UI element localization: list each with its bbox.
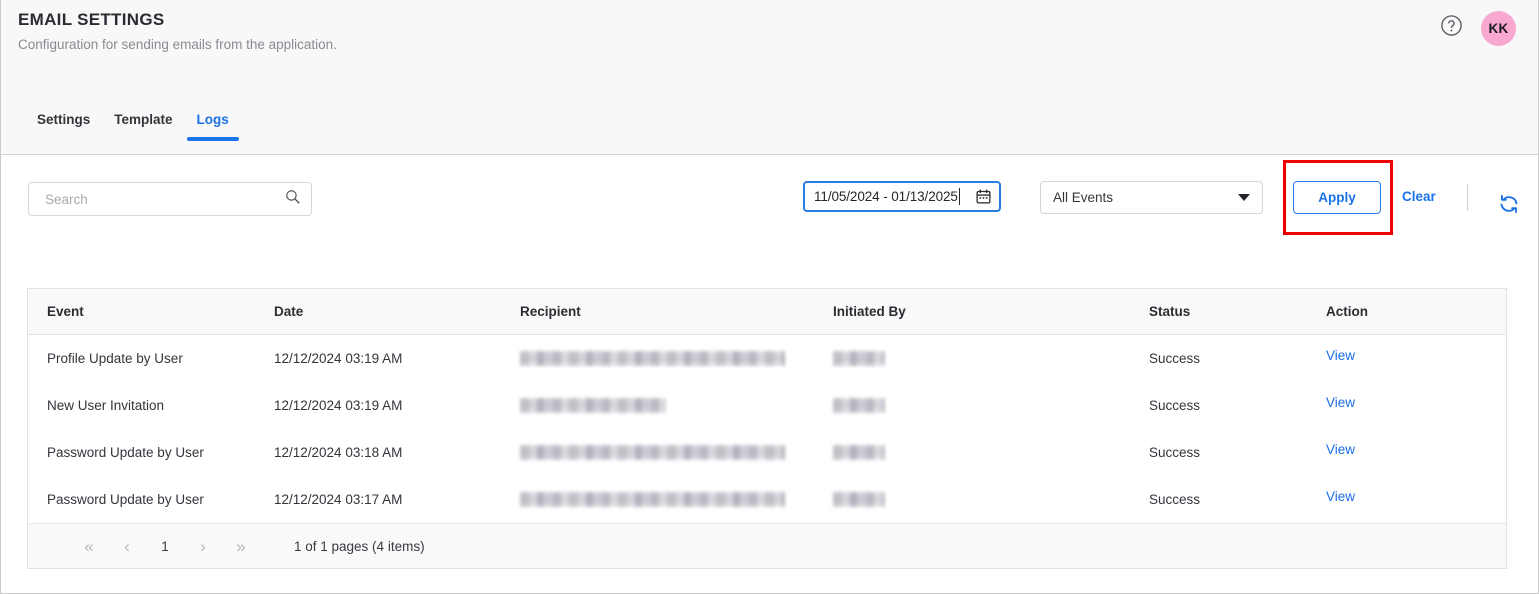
apply-button[interactable]: Apply: [1293, 181, 1381, 214]
cell-action: View: [1326, 492, 1486, 507]
search-input[interactable]: [43, 191, 284, 208]
cell-action: View: [1326, 351, 1486, 366]
cell-recipient: [520, 398, 833, 413]
tab-bar: Settings Template Logs: [1, 112, 241, 154]
email-settings-page: EMAIL SETTINGS Configuration for sending…: [0, 0, 1539, 594]
toolbar-divider: [1467, 184, 1468, 211]
redacted-text: [520, 445, 785, 460]
cell-initiated-by: [833, 492, 1149, 507]
cell-event: New User Invitation: [28, 398, 274, 413]
event-filter-value: All Events: [1053, 190, 1113, 205]
redacted-text: [833, 398, 885, 413]
redacted-text: [520, 398, 666, 413]
cell-date: 12/12/2024 03:19 AM: [274, 351, 520, 366]
cell-date: 12/12/2024 03:19 AM: [274, 398, 520, 413]
table-row: New User Invitation12/12/2024 03:19 AM Su…: [28, 382, 1506, 429]
cell-status: Success: [1149, 445, 1326, 460]
cell-event: Password Update by User: [28, 492, 274, 507]
cell-initiated-by: [833, 398, 1149, 413]
search-box[interactable]: [28, 182, 312, 216]
search-icon[interactable]: [284, 188, 301, 210]
page-title: EMAIL SETTINGS: [18, 10, 165, 30]
cell-action: View: [1326, 398, 1486, 413]
cell-date: 12/12/2024 03:17 AM: [274, 492, 520, 507]
column-header-action: Action: [1326, 304, 1486, 319]
page-header: EMAIL SETTINGS Configuration for sending…: [1, 0, 1538, 155]
redacted-text: [833, 445, 885, 460]
cell-recipient: [520, 492, 833, 507]
table-body: Profile Update by User12/12/2024 03:19 A…: [28, 335, 1506, 523]
column-header-date: Date: [274, 304, 520, 319]
table-row: Password Update by User12/12/2024 03:17 …: [28, 476, 1506, 523]
cell-action: View: [1326, 445, 1486, 460]
tab-template[interactable]: Template: [102, 112, 184, 141]
redacted-text: [520, 492, 785, 507]
calendar-icon[interactable]: [975, 188, 992, 205]
redacted-text: [833, 492, 885, 507]
pagination-next-button[interactable]: ›: [184, 538, 222, 555]
pagination-page-1[interactable]: 1: [146, 539, 184, 554]
cell-status: Success: [1149, 398, 1326, 413]
view-link[interactable]: View: [1326, 395, 1355, 410]
chevron-down-icon: [1238, 194, 1250, 201]
cell-date: 12/12/2024 03:18 AM: [274, 445, 520, 460]
tab-settings[interactable]: Settings: [25, 112, 102, 141]
column-header-recipient: Recipient: [520, 304, 833, 319]
cell-recipient: [520, 445, 833, 460]
logs-table: Event Date Recipient Initiated By Status…: [27, 288, 1507, 569]
view-link[interactable]: View: [1326, 442, 1355, 457]
table-header-row: Event Date Recipient Initiated By Status…: [28, 289, 1506, 335]
cell-recipient: [520, 351, 833, 366]
column-header-initiated-by: Initiated By: [833, 304, 1149, 319]
view-link[interactable]: View: [1326, 489, 1355, 504]
pagination-last-button[interactable]: »: [222, 538, 260, 555]
column-header-event: Event: [28, 304, 274, 319]
table-row: Profile Update by User12/12/2024 03:19 A…: [28, 335, 1506, 382]
cell-status: Success: [1149, 351, 1326, 366]
cell-initiated-by: [833, 445, 1149, 460]
cell-initiated-by: [833, 351, 1149, 366]
date-range-input[interactable]: 11/05/2024 - 01/13/2025: [803, 181, 1001, 212]
cell-event: Profile Update by User: [28, 351, 274, 366]
redacted-text: [833, 351, 885, 366]
page-subtitle: Configuration for sending emails from th…: [18, 37, 337, 52]
text-caret: [959, 188, 960, 205]
table-row: Password Update by User12/12/2024 03:18 …: [28, 429, 1506, 476]
refresh-icon[interactable]: [1498, 193, 1520, 215]
cell-event: Password Update by User: [28, 445, 274, 460]
view-link[interactable]: View: [1326, 348, 1355, 363]
help-circle-icon[interactable]: [1440, 14, 1463, 37]
redacted-text: [520, 351, 785, 366]
column-header-status: Status: [1149, 304, 1326, 319]
cell-status: Success: [1149, 492, 1326, 507]
tab-logs[interactable]: Logs: [185, 112, 241, 141]
pagination-first-button[interactable]: «: [70, 538, 108, 555]
avatar[interactable]: KK: [1481, 11, 1516, 46]
pagination-info: 1 of 1 pages (4 items): [294, 539, 425, 554]
pagination-prev-button[interactable]: ‹: [108, 538, 146, 555]
event-filter-select[interactable]: All Events: [1040, 181, 1263, 214]
date-range-value: 11/05/2024 - 01/13/2025: [814, 189, 958, 204]
clear-link[interactable]: Clear: [1402, 189, 1436, 204]
pagination: « ‹ 1 › » 1 of 1 pages (4 items): [28, 523, 1506, 568]
